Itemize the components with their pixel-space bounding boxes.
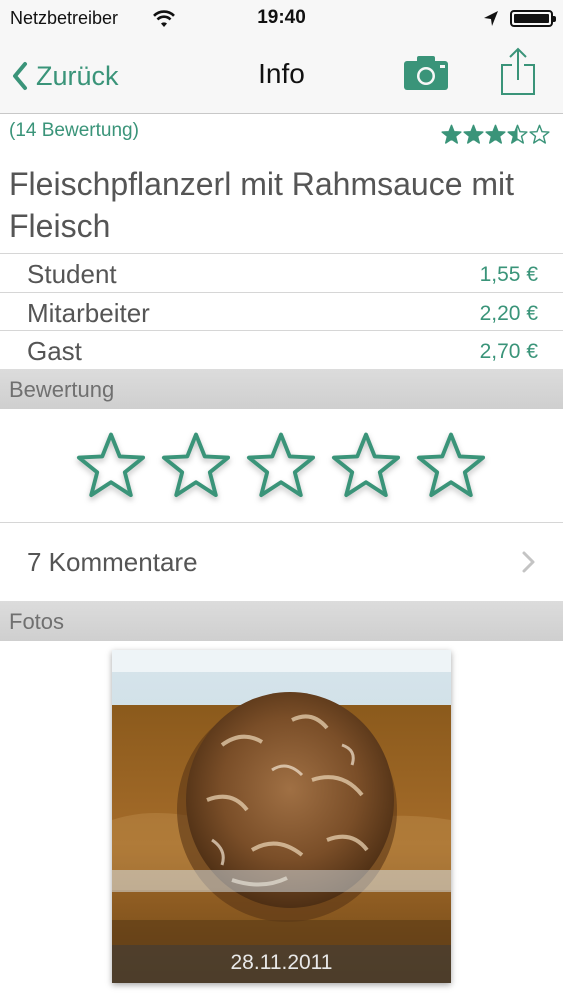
meal-photo[interactable]: 28.11.2011	[112, 650, 451, 983]
price-label: Student	[27, 259, 117, 289]
meal-title: Fleischpflanzerl mit Rahmsauce mit Fleis…	[9, 166, 515, 244]
star-icon	[463, 124, 484, 144]
star-icon	[507, 124, 528, 144]
back-label: Zurück	[36, 60, 119, 91]
rating-input[interactable]	[74, 430, 488, 502]
star-icon	[529, 124, 550, 144]
price-row-student: Student 1,55 €	[0, 253, 563, 292]
chevron-right-icon	[522, 551, 535, 573]
price-label: Gast	[27, 336, 82, 366]
navigation-bar: Zurück Info	[0, 38, 563, 114]
star-icon	[441, 124, 462, 144]
rate-star-5[interactable]	[414, 430, 488, 502]
price-row-employee: Mitarbeiter 2,20 €	[0, 292, 563, 331]
rate-star-4[interactable]	[329, 430, 403, 502]
comments-row[interactable]: 7 Kommentare	[0, 522, 563, 601]
price-value: 1,55 €	[479, 263, 538, 286]
camera-icon[interactable]	[403, 55, 449, 91]
section-label: Fotos	[9, 609, 65, 634]
rate-star-2[interactable]	[159, 430, 233, 502]
rate-star-3[interactable]	[244, 430, 318, 502]
back-button[interactable]: Zurück	[12, 56, 119, 96]
price-value: 2,20 €	[479, 302, 538, 325]
photo-date: 28.11.2011	[230, 951, 333, 974]
status-bar: Netzbetreiber 19:40	[0, 0, 563, 38]
price-label: Mitarbeiter	[27, 298, 150, 328]
section-label: Bewertung	[9, 377, 115, 402]
price-value: 2,70 €	[479, 340, 538, 363]
battery-level	[514, 14, 549, 23]
location-arrow-icon	[484, 11, 498, 26]
average-rating-stars	[441, 124, 550, 145]
star-icon	[485, 124, 506, 144]
chevron-left-icon	[13, 62, 27, 90]
rate-star-1[interactable]	[74, 430, 148, 502]
share-icon[interactable]	[499, 47, 537, 97]
comments-label: 7 Kommentare	[27, 547, 198, 577]
battery-icon	[510, 10, 556, 27]
rating-count: (14 Bewertung)	[9, 120, 139, 141]
meal-photo-image	[112, 650, 451, 983]
status-time: 19:40	[257, 7, 306, 28]
price-row-guest: Gast 2,70 €	[0, 330, 563, 369]
photo-date-bar: 28.11.2011	[112, 945, 451, 983]
section-header-photos: Fotos	[0, 601, 563, 641]
section-header-rating: Bewertung	[0, 369, 563, 409]
